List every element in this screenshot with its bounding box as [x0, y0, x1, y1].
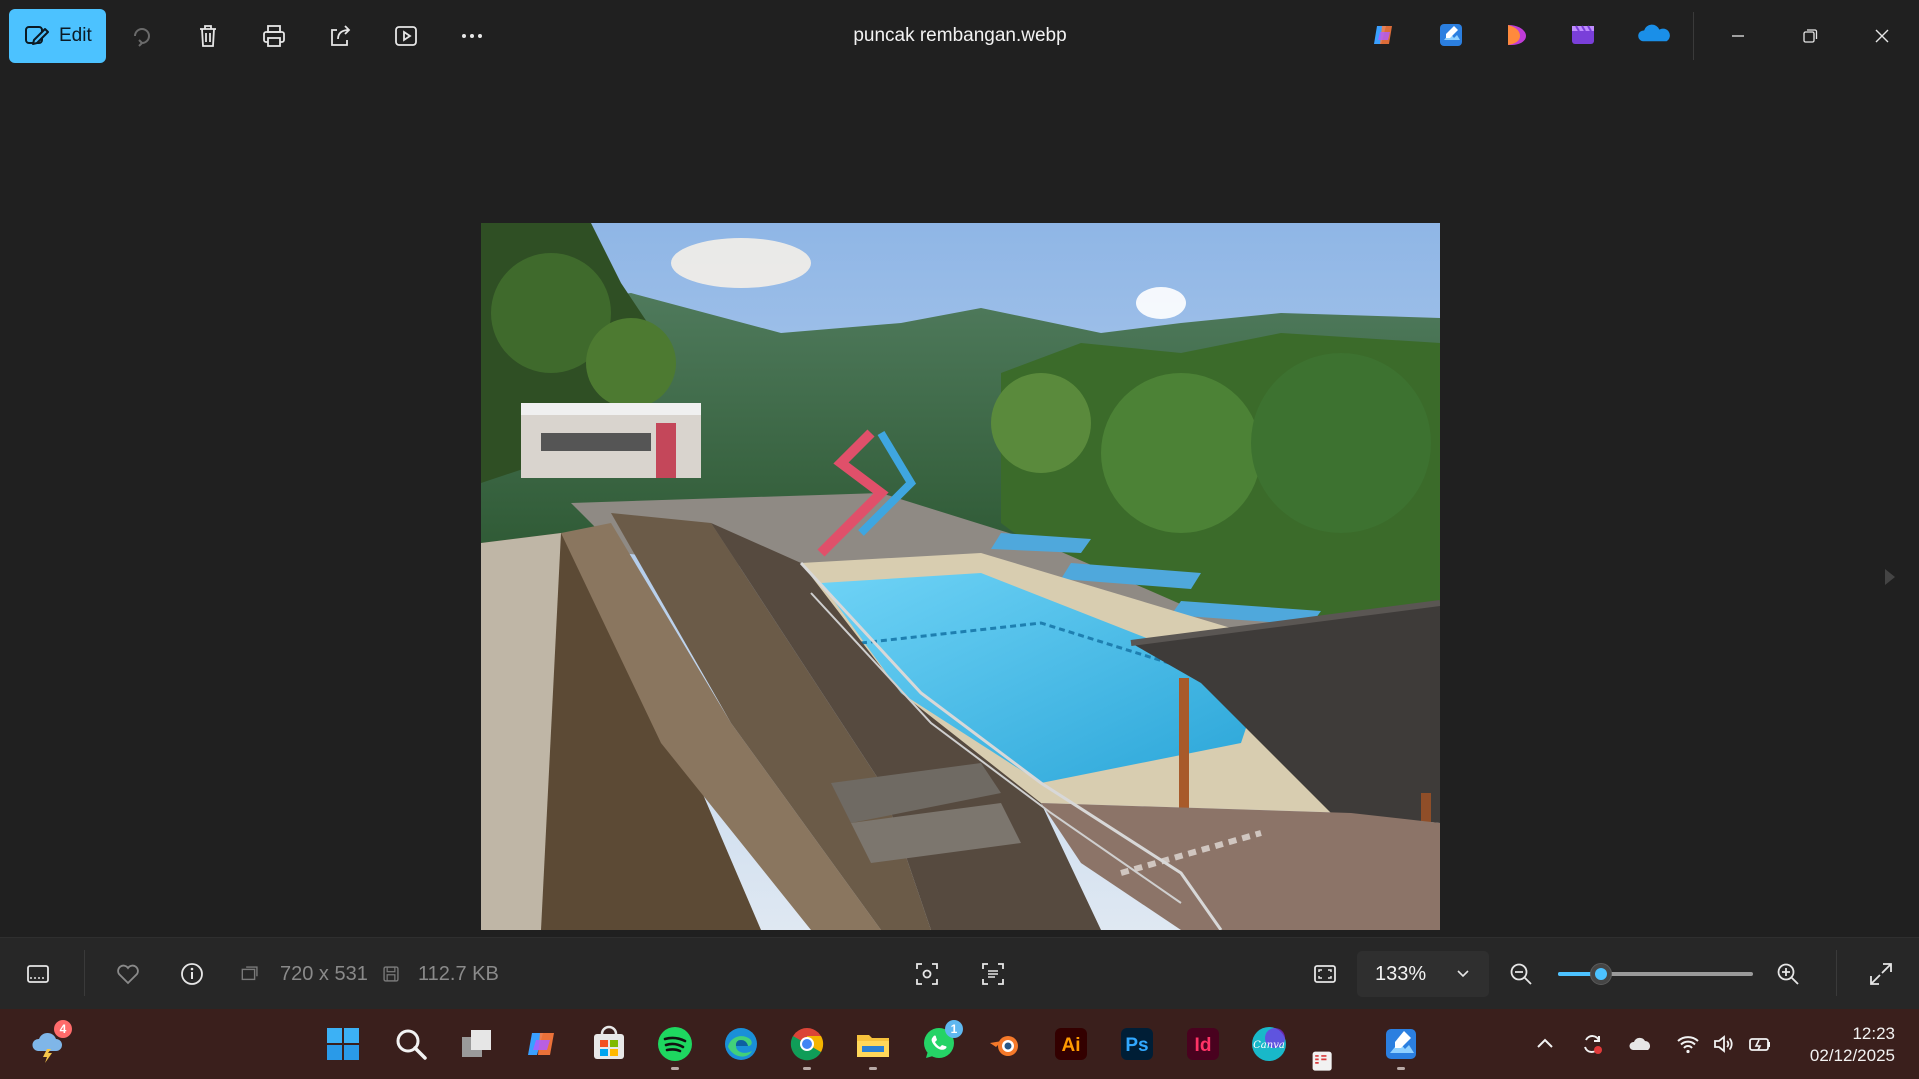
- wifi-icon[interactable]: [1673, 1029, 1703, 1059]
- spotify-icon[interactable]: [653, 1022, 697, 1070]
- slideshow-icon[interactable]: [386, 16, 426, 56]
- search-icon[interactable]: [389, 1022, 433, 1066]
- photoshop-icon[interactable]: Ps: [1115, 1022, 1159, 1066]
- clock[interactable]: 12:23 02/12/2025: [1810, 1023, 1895, 1067]
- start-icon[interactable]: [321, 1022, 365, 1066]
- zoom-in-icon[interactable]: [1770, 956, 1806, 992]
- print-icon[interactable]: [254, 16, 294, 56]
- onedrive-icon[interactable]: [1632, 18, 1676, 52]
- onedrive-tray-icon[interactable]: [1625, 1029, 1655, 1059]
- toolbar-divider: [1693, 12, 1694, 60]
- blender-icon[interactable]: [983, 1022, 1027, 1066]
- fit-to-window-icon[interactable]: [1307, 956, 1343, 992]
- delete-icon[interactable]: [188, 16, 228, 56]
- visual-search-icon[interactable]: [909, 956, 945, 992]
- volume-icon[interactable]: [1709, 1029, 1739, 1059]
- taskbar: 4 1 Ai Ps Id Canva 12:23 02/12/2025: [0, 1009, 1919, 1079]
- running-indicator: [869, 1067, 877, 1070]
- edit-label: Edit: [59, 25, 92, 46]
- microsoft-store-icon[interactable]: [587, 1022, 631, 1066]
- file-size: 112.7 KB: [418, 963, 499, 985]
- edit-icon: [23, 23, 49, 49]
- status-bar: 720 x 531 112.7 KB 133%: [0, 937, 1919, 1010]
- running-indicator: [803, 1067, 811, 1070]
- zoom-out-icon[interactable]: [1503, 956, 1539, 992]
- weather-widget-icon[interactable]: 4: [26, 1020, 72, 1066]
- illustrator-text: Ai: [1062, 1035, 1081, 1056]
- copilot-icon[interactable]: [1367, 18, 1401, 52]
- whatsapp-icon[interactable]: 1: [917, 1020, 963, 1066]
- photoshop-text: Ps: [1125, 1035, 1148, 1056]
- clock-date: 02/12/2025: [1809, 1046, 1895, 1065]
- edit-button[interactable]: Edit: [9, 9, 106, 63]
- show-hidden-icons-icon[interactable]: [1530, 1029, 1560, 1059]
- battery-icon[interactable]: [1745, 1029, 1775, 1059]
- more-icon[interactable]: [452, 16, 492, 56]
- status-divider: [84, 950, 85, 996]
- photo-preview[interactable]: [481, 223, 1440, 930]
- file-title: puncak rembangan.webp: [853, 25, 1067, 46]
- designer-icon[interactable]: [1500, 18, 1534, 52]
- zoom-slider[interactable]: [1558, 963, 1753, 985]
- resolution-icon: [235, 956, 265, 992]
- zoom-dropdown[interactable]: 133%: [1357, 951, 1489, 997]
- photos-editor-icon[interactable]: [1434, 18, 1468, 52]
- weather-badge: 4: [54, 1020, 72, 1038]
- zoom-slider-thumb[interactable]: [1590, 963, 1612, 985]
- zoom-value: 133%: [1375, 962, 1427, 985]
- fullscreen-icon[interactable]: [1863, 956, 1899, 992]
- restore-button[interactable]: [1774, 0, 1846, 72]
- minimize-button[interactable]: [1702, 0, 1774, 72]
- scan-text-icon[interactable]: [975, 956, 1011, 992]
- edge-icon[interactable]: [719, 1022, 763, 1066]
- chevron-down-icon: [1455, 965, 1471, 981]
- status-divider: [1836, 950, 1837, 996]
- running-indicator: [671, 1067, 679, 1070]
- file-explorer-icon[interactable]: [851, 1022, 895, 1070]
- image-canvas[interactable]: [0, 72, 1919, 936]
- indesign-icon[interactable]: Id: [1181, 1022, 1225, 1066]
- sync-icon[interactable]: [1577, 1029, 1607, 1059]
- share-icon[interactable]: [320, 16, 360, 56]
- canva-text: Canva: [1253, 1040, 1285, 1051]
- next-image-arrow-icon[interactable]: [1877, 542, 1903, 612]
- illustrator-icon[interactable]: Ai: [1049, 1022, 1093, 1066]
- tray-app-small-icon[interactable]: [1308, 1047, 1338, 1077]
- title-bar: Edit puncak rembangan.webp: [0, 0, 1919, 72]
- running-indicator: [1397, 1067, 1405, 1070]
- copilot-taskbar-icon[interactable]: [521, 1022, 565, 1066]
- photos-app-icon[interactable]: [1379, 1022, 1423, 1070]
- image-dimensions: 720 x 531: [280, 963, 368, 985]
- filmstrip-icon[interactable]: [20, 956, 56, 992]
- clipchamp-icon[interactable]: [1566, 18, 1600, 52]
- whatsapp-badge: 1: [945, 1020, 963, 1038]
- close-button[interactable]: [1846, 0, 1918, 72]
- task-view-icon[interactable]: [455, 1022, 499, 1066]
- clock-time: 12:23: [1852, 1024, 1895, 1043]
- info-icon[interactable]: [174, 956, 210, 992]
- canva-icon[interactable]: Canva: [1247, 1022, 1291, 1066]
- chrome-icon[interactable]: [785, 1022, 829, 1070]
- rotate-icon[interactable]: [122, 16, 162, 56]
- file-size-icon: [376, 956, 406, 992]
- favorite-icon[interactable]: [110, 956, 146, 992]
- indesign-text: Id: [1195, 1035, 1212, 1056]
